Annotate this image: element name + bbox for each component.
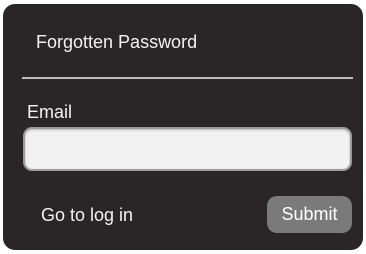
email-field[interactable] <box>23 127 352 171</box>
divider <box>22 77 353 79</box>
dialog-title: Forgotten Password <box>36 32 198 52</box>
go-to-login-link[interactable]: Go to log in <box>41 204 133 226</box>
forgotten-password-dialog: Forgotten Password Email Go to log in Su… <box>3 4 363 250</box>
email-label: Email <box>27 102 73 122</box>
submit-button[interactable]: Submit <box>267 196 352 233</box>
